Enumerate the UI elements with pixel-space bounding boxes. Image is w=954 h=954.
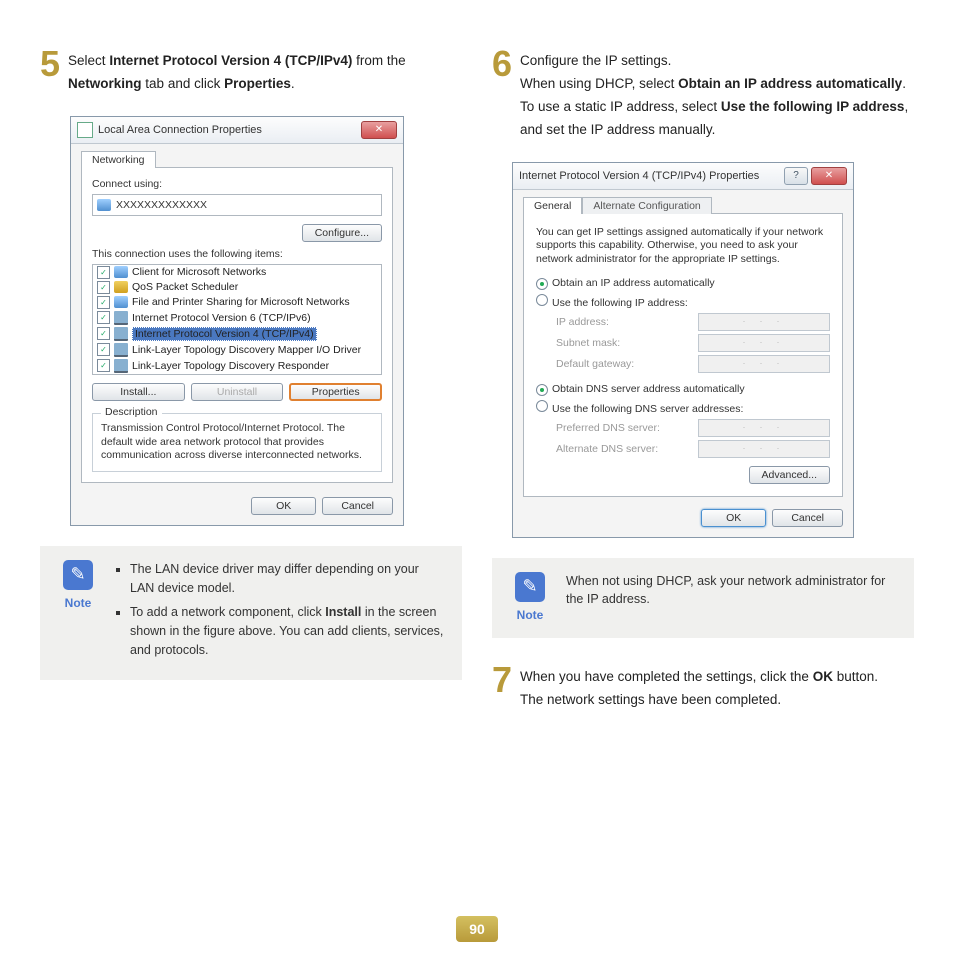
close-icon[interactable]: ✕: [361, 121, 397, 139]
note-card-2: ✎ Note When not using DHCP, ask your net…: [492, 558, 914, 638]
note-bullet: The LAN device driver may differ dependi…: [130, 560, 446, 598]
adapter-field: XXXXXXXXXXXXX: [92, 194, 382, 216]
install-button[interactable]: Install...: [92, 383, 185, 401]
pencil-icon: ✎: [63, 560, 93, 590]
dialog-titlebar: Internet Protocol Version 4 (TCP/IPv4) P…: [513, 163, 853, 190]
step-number-7: 7: [492, 662, 512, 698]
client-icon: [114, 266, 128, 278]
subnet-field: . . .: [698, 334, 830, 352]
list-item[interactable]: ✓Internet Protocol Version 6 (TCP/IPv6): [93, 310, 381, 326]
lan-properties-dialog: Local Area Connection Properties ✕ Netwo…: [70, 116, 404, 526]
radio-static-dns[interactable]: [536, 400, 548, 412]
cancel-button[interactable]: Cancel: [772, 509, 843, 527]
list-item[interactable]: ✓Link-Layer Topology Discovery Responder: [93, 358, 381, 374]
tab-general[interactable]: General: [523, 197, 582, 214]
protocol-icon: [114, 359, 128, 373]
step-5-text: Select Internet Protocol Version 4 (TCP/…: [68, 50, 462, 96]
list-item[interactable]: ✓QoS Packet Scheduler: [93, 280, 381, 295]
description-text: Transmission Control Protocol/Internet P…: [101, 422, 373, 463]
step-7: 7 When you have completed the settings, …: [492, 666, 914, 712]
gateway-field: . . .: [698, 355, 830, 373]
note-label: Note: [508, 606, 552, 624]
checkbox-icon[interactable]: ✓: [97, 343, 110, 356]
ip-address-label: IP address:: [556, 316, 609, 328]
window-icon: [77, 122, 93, 138]
step-6-text: Configure the IP settings. When using DH…: [520, 50, 914, 142]
step-number-6: 6: [492, 46, 512, 82]
dns2-label: Alternate DNS server:: [556, 443, 658, 455]
dns1-label: Preferred DNS server:: [556, 422, 660, 434]
note-text: When not using DHCP, ask your network ad…: [566, 572, 898, 624]
close-icon[interactable]: ✕: [811, 167, 847, 185]
protocol-icon: [114, 343, 128, 357]
intro-text: You can get IP settings assigned automat…: [536, 226, 830, 267]
page-number: 90: [456, 916, 498, 942]
dns1-field: . . .: [698, 419, 830, 437]
adapter-icon: [97, 199, 111, 211]
checkbox-icon[interactable]: ✓: [97, 327, 110, 340]
step-6: 6 Configure the IP settings. When using …: [492, 50, 914, 142]
help-icon[interactable]: ?: [784, 167, 808, 185]
items-label: This connection uses the following items…: [92, 248, 382, 260]
dialog-titlebar: Local Area Connection Properties ✕: [71, 117, 403, 144]
step-5: 5 Select Internet Protocol Version 4 (TC…: [40, 50, 462, 96]
tab-alternate[interactable]: Alternate Configuration: [582, 197, 711, 214]
dialog-title: Internet Protocol Version 4 (TCP/IPv4) P…: [519, 170, 759, 182]
connect-using-label: Connect using:: [92, 178, 382, 190]
protocol-icon: [114, 311, 128, 325]
list-item[interactable]: ✓Client for Microsoft Networks: [93, 265, 381, 280]
cancel-button[interactable]: Cancel: [322, 497, 393, 515]
ipv4-properties-dialog: Internet Protocol Version 4 (TCP/IPv4) P…: [512, 162, 854, 538]
step-number-5: 5: [40, 46, 60, 82]
tab-networking[interactable]: Networking: [81, 151, 156, 168]
checkbox-icon[interactable]: ✓: [97, 266, 110, 279]
dns2-field: . . .: [698, 440, 830, 458]
description-label: Description: [101, 406, 162, 418]
checkbox-icon[interactable]: ✓: [97, 359, 110, 372]
share-icon: [114, 296, 128, 308]
checkbox-icon[interactable]: ✓: [97, 281, 110, 294]
dialog-title: Local Area Connection Properties: [98, 124, 262, 136]
components-list[interactable]: ✓Client for Microsoft Networks ✓QoS Pack…: [92, 264, 382, 375]
ok-button[interactable]: OK: [251, 497, 316, 515]
note-bullet: To add a network component, click Instal…: [130, 603, 446, 659]
radio-auto-dns[interactable]: [536, 384, 548, 396]
checkbox-icon[interactable]: ✓: [97, 296, 110, 309]
ok-button[interactable]: OK: [701, 509, 766, 527]
pencil-icon: ✎: [515, 572, 545, 602]
uninstall-button: Uninstall: [191, 383, 284, 401]
qos-icon: [114, 281, 128, 293]
checkbox-icon[interactable]: ✓: [97, 311, 110, 324]
note-label: Note: [56, 594, 100, 612]
advanced-button[interactable]: Advanced...: [749, 466, 830, 484]
properties-button[interactable]: Properties: [289, 383, 382, 401]
step-7-text: When you have completed the settings, cl…: [520, 666, 878, 712]
radio-auto-ip[interactable]: [536, 278, 548, 290]
ip-address-field: . . .: [698, 313, 830, 331]
list-item[interactable]: ✓Link-Layer Topology Discovery Mapper I/…: [93, 342, 381, 358]
note-card-1: ✎ Note The LAN device driver may differ …: [40, 546, 462, 680]
list-item-selected[interactable]: ✓Internet Protocol Version 4 (TCP/IPv4): [93, 326, 381, 342]
radio-static-ip[interactable]: [536, 294, 548, 306]
protocol-icon: [114, 327, 128, 341]
gateway-label: Default gateway:: [556, 358, 634, 370]
list-item[interactable]: ✓File and Printer Sharing for Microsoft …: [93, 295, 381, 310]
subnet-label: Subnet mask:: [556, 337, 620, 349]
configure-button[interactable]: Configure...: [302, 224, 382, 242]
